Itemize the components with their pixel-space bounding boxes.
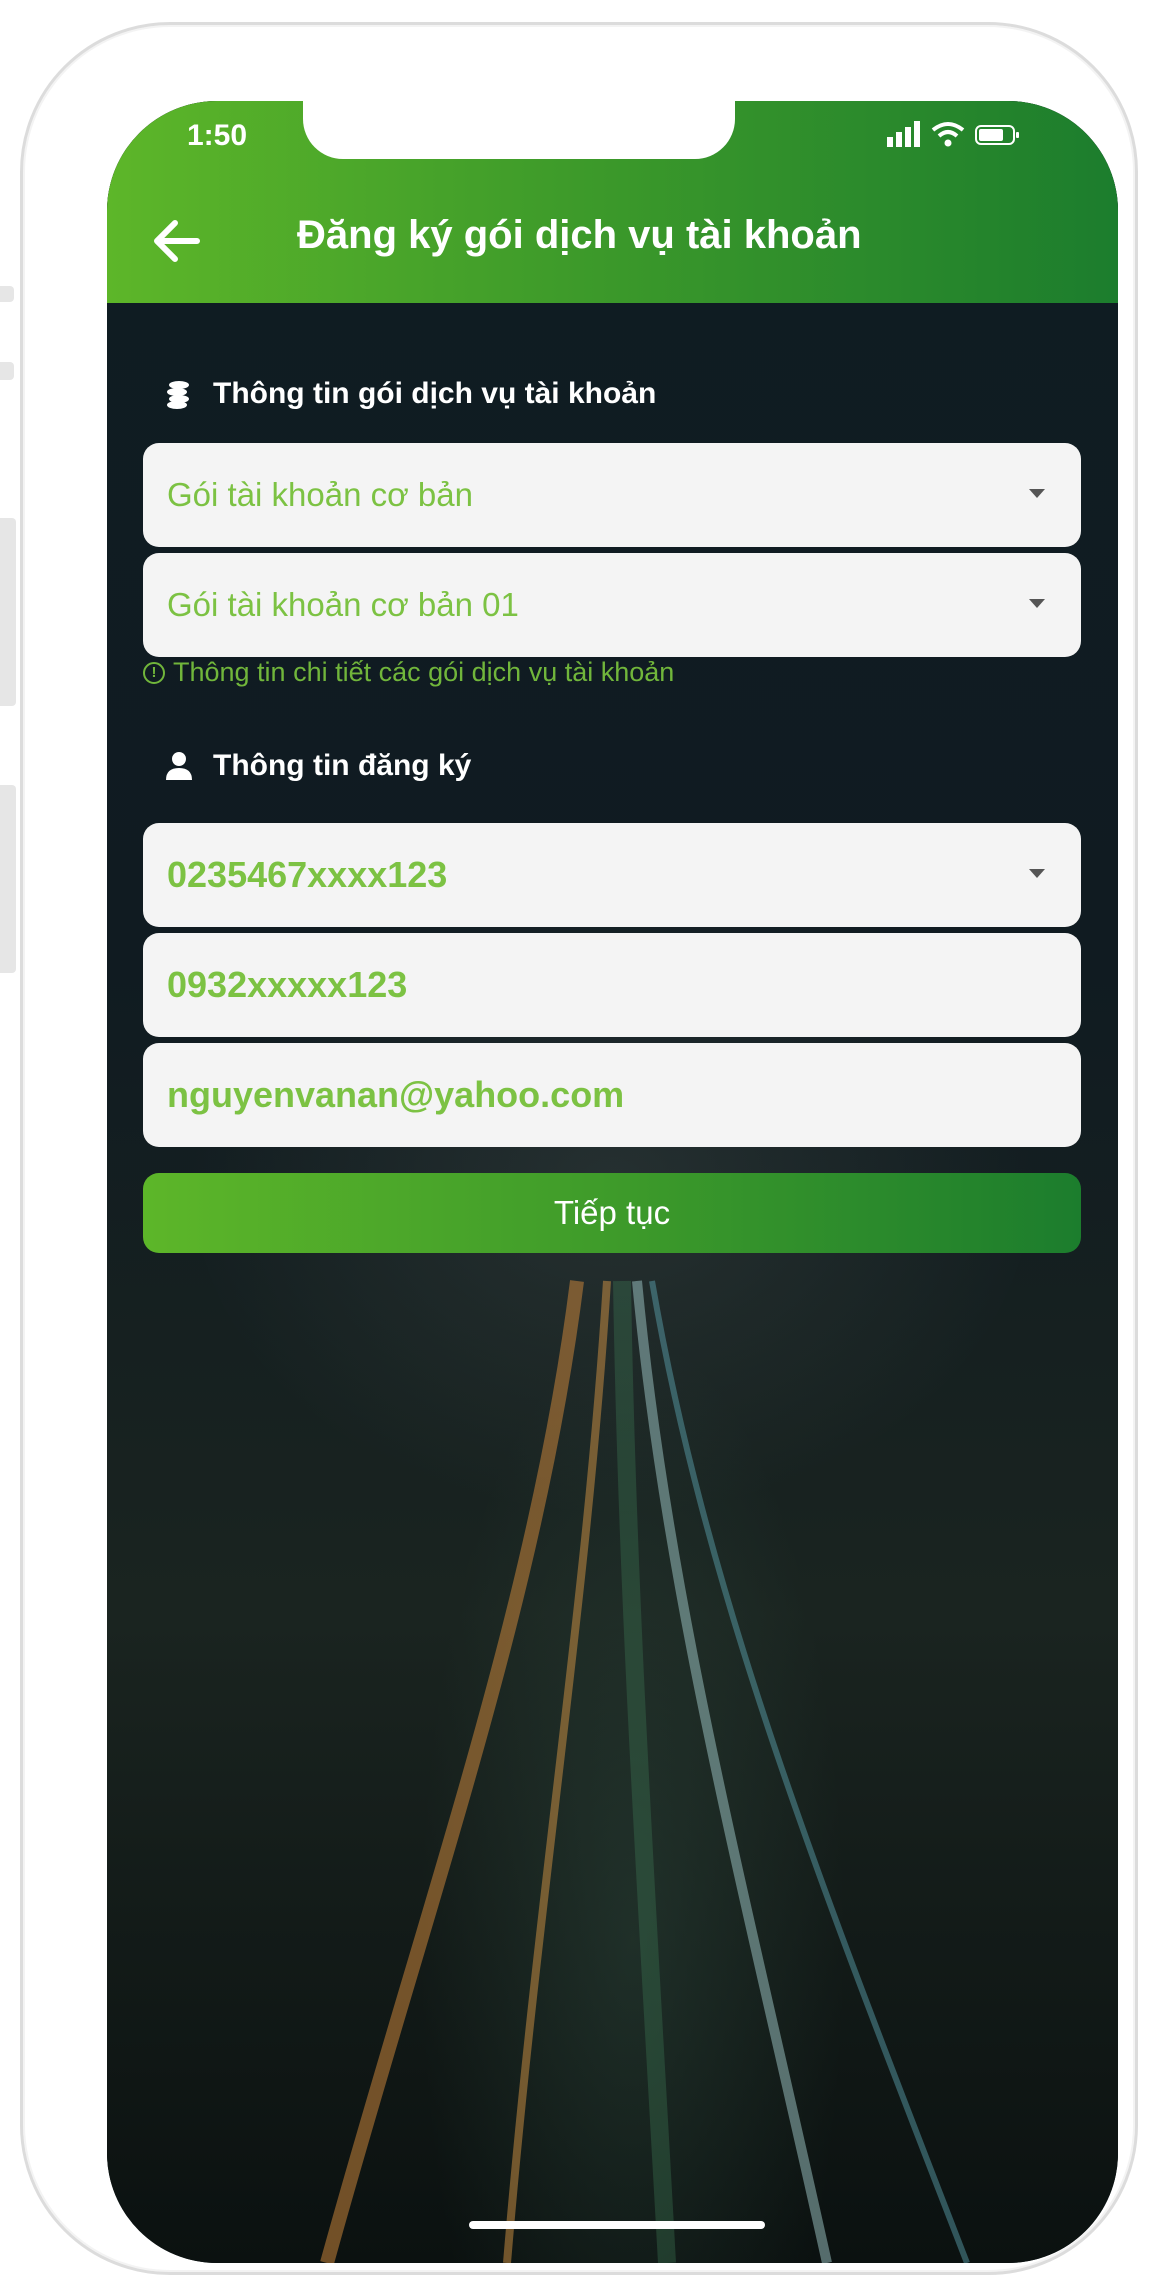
coins-stack-icon [167, 381, 189, 409]
page-title: Đăng ký gói dịch vụ tài khoản [297, 213, 862, 257]
chevron-down-icon [1029, 489, 1045, 498]
home-indicator[interactable] [469, 2221, 765, 2229]
account-number-select[interactable]: 0235467xxxx123 [143, 823, 1081, 927]
phone-frame: 1:50 Đăng ký gói dịch vụ tài khoản Thông… [20, 22, 1138, 2275]
section-heading-registration: Thông tin đăng ký [163, 749, 471, 783]
package-name-select[interactable]: Gói tài khoản cơ bản 01 [143, 553, 1081, 657]
wifi-icon [931, 122, 965, 147]
account-number-value: 0235467xxxx123 [167, 854, 448, 895]
user-icon [166, 752, 192, 780]
package-type-select[interactable]: Gói tài khoản cơ bản [143, 443, 1081, 547]
section-heading-label: Thông tin gói dịch vụ tài khoản [213, 377, 657, 410]
phone-input[interactable]: 0932xxxxx123 [143, 933, 1081, 1037]
email-input[interactable]: nguyenvanan@yahoo.com [143, 1043, 1081, 1147]
app-screen: 1:50 Đăng ký gói dịch vụ tài khoản Thông… [107, 101, 1118, 2263]
phone-value: 0932xxxxx123 [167, 964, 408, 1005]
phone-volume-down-button [0, 785, 16, 973]
package-details-label: Thông tin chi tiết các gói dịch vụ tài k… [173, 657, 675, 687]
phone-side-button [0, 286, 14, 302]
package-name-value: Gói tài khoản cơ bản 01 [167, 586, 519, 623]
package-details-link[interactable]: ! Thông tin chi tiết các gói dịch vụ tài… [143, 657, 674, 688]
section-heading-package: Thông tin gói dịch vụ tài khoản [163, 377, 656, 411]
chevron-down-icon [1029, 599, 1045, 608]
chevron-down-icon [1029, 869, 1045, 878]
continue-button[interactable]: Tiếp tục [143, 1173, 1081, 1253]
signal-icon [887, 121, 920, 147]
info-circle-icon: ! [143, 661, 165, 684]
phone-volume-up-button [0, 518, 16, 706]
status-icons [887, 121, 1021, 147]
package-type-value: Gói tài khoản cơ bản [167, 476, 473, 513]
phone-notch [303, 101, 735, 159]
app-header: 1:50 Đăng ký gói dịch vụ tài khoản [107, 101, 1118, 303]
battery-icon [975, 125, 1019, 145]
status-time: 1:50 [187, 119, 248, 152]
email-value: nguyenvanan@yahoo.com [167, 1074, 625, 1115]
arrow-left-icon[interactable] [149, 213, 205, 269]
section-heading-label: Thông tin đăng ký [213, 749, 472, 782]
phone-side-button [0, 362, 14, 380]
